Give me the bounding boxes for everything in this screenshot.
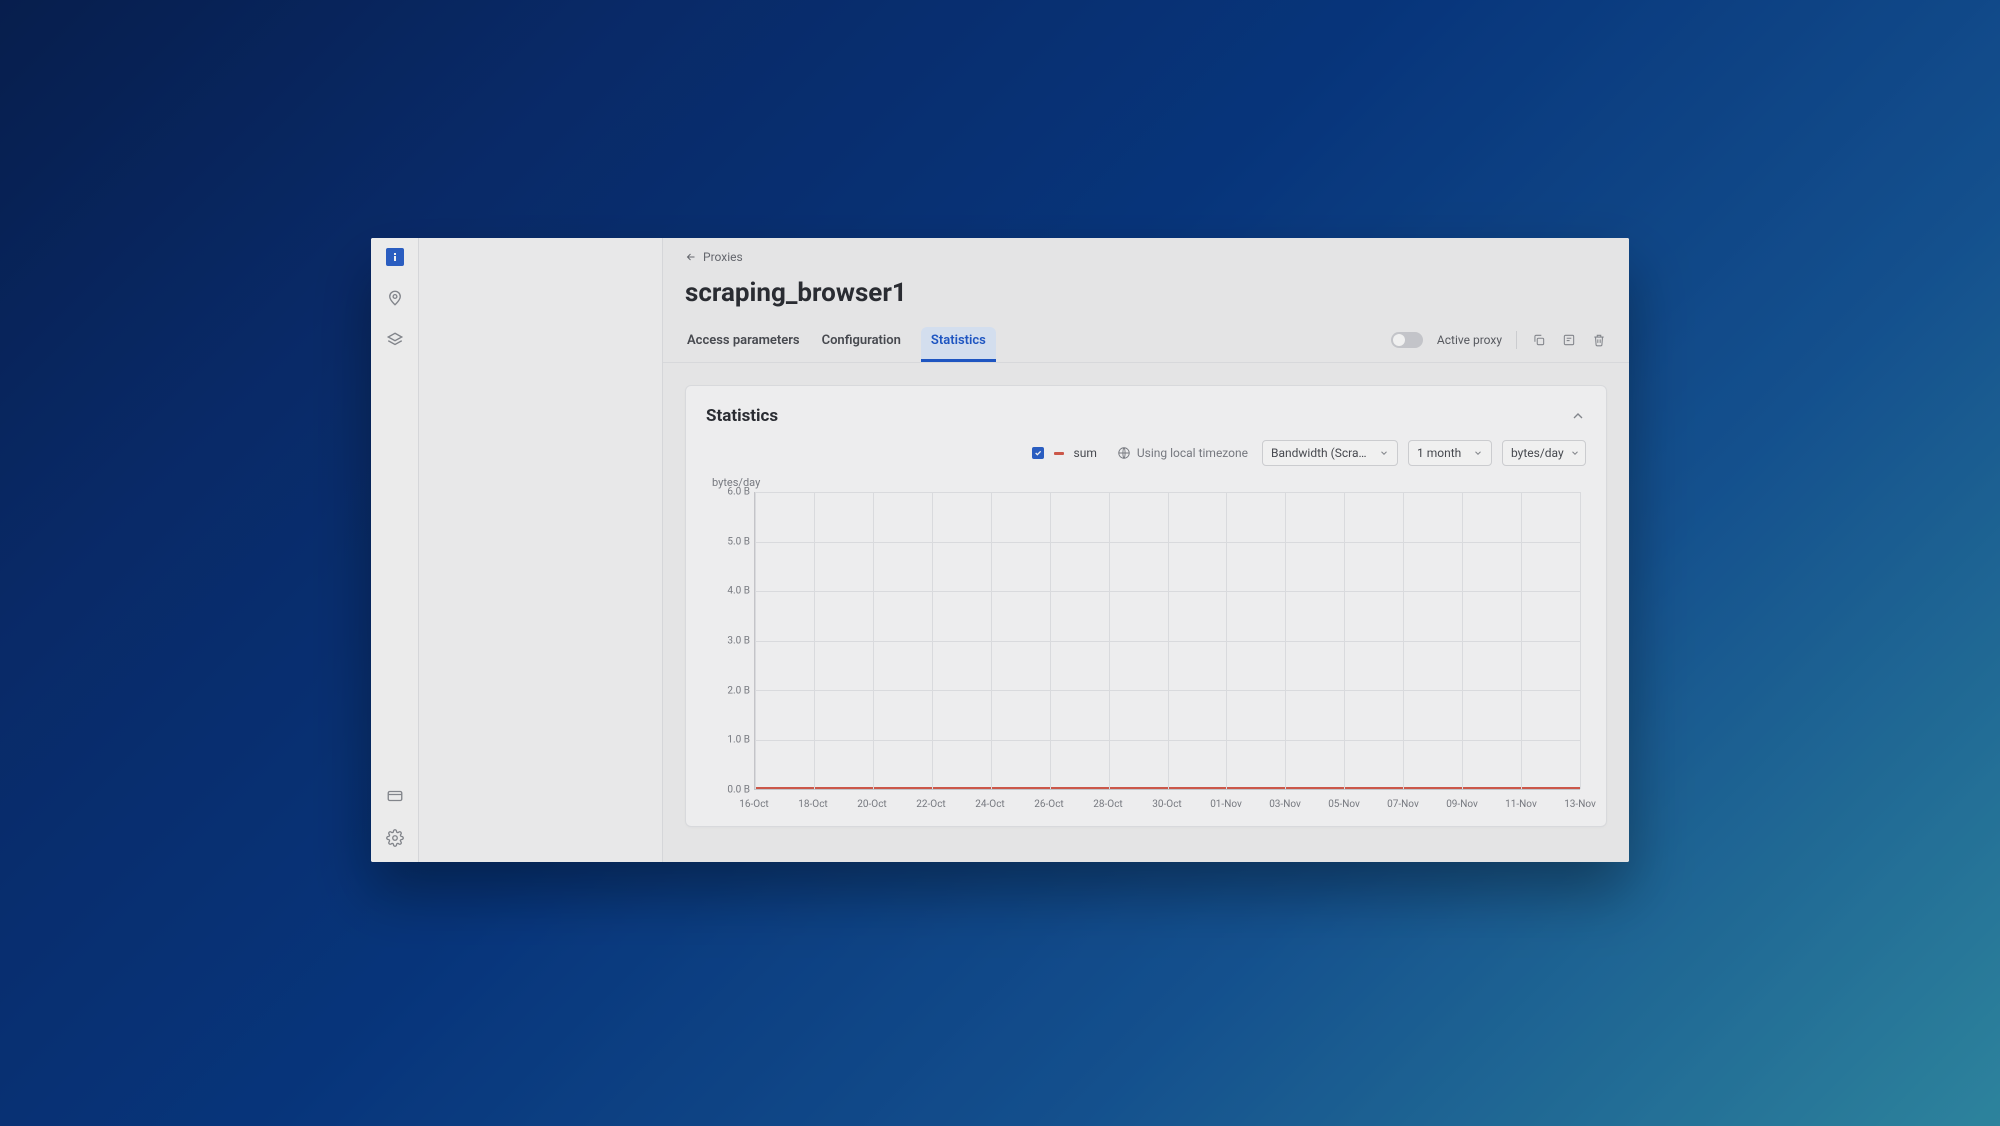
brand-logo[interactable] xyxy=(386,248,404,266)
gridline-v xyxy=(814,492,815,789)
left-panel xyxy=(419,238,663,862)
gridline-v xyxy=(1403,492,1404,789)
gridline-v xyxy=(755,492,756,789)
chevron-down-icon xyxy=(1473,448,1483,458)
gridline-v xyxy=(1462,492,1463,789)
chart-controls: sum Using local timezone Bandwidth (Scra… xyxy=(706,440,1586,466)
tab-configuration[interactable]: Configuration xyxy=(820,327,903,362)
card-title: Statistics xyxy=(706,406,778,426)
app-window: Proxies scraping_browser1 Access paramet… xyxy=(371,238,1629,862)
gridline-v xyxy=(991,492,992,789)
x-tick-label: 16-Oct xyxy=(739,799,768,810)
x-tick-label: 24-Oct xyxy=(975,799,1004,810)
collapse-toggle[interactable] xyxy=(1570,408,1586,424)
header-right-controls: Active proxy xyxy=(1391,331,1607,357)
y-tick-label: 5.0 B xyxy=(712,536,750,547)
x-tick-label: 07-Nov xyxy=(1387,799,1419,810)
x-tick-label: 01-Nov xyxy=(1210,799,1242,810)
x-tick-label: 30-Oct xyxy=(1152,799,1181,810)
location-pin-icon[interactable] xyxy=(385,288,405,308)
gridline-v xyxy=(1168,492,1169,789)
timezone-label: Using local timezone xyxy=(1137,446,1248,460)
y-tick-label: 0.0 B xyxy=(712,785,750,796)
chevron-down-icon xyxy=(1379,448,1389,458)
divider xyxy=(1516,331,1517,349)
x-tick-label: 26-Oct xyxy=(1034,799,1063,810)
chevron-down-icon xyxy=(1570,448,1580,458)
active-proxy-label: Active proxy xyxy=(1437,333,1502,347)
gridline-v xyxy=(1580,492,1581,789)
y-tick-label: 1.0 B xyxy=(712,735,750,746)
x-tick-label: 18-Oct xyxy=(798,799,827,810)
timezone-indicator[interactable]: Using local timezone xyxy=(1117,446,1248,460)
x-tick-label: 09-Nov xyxy=(1446,799,1478,810)
y-tick-label: 2.0 B xyxy=(712,685,750,696)
x-tick-label: 13-Nov xyxy=(1564,799,1596,810)
x-tick-label: 28-Oct xyxy=(1093,799,1122,810)
unit-select-value: bytes/day xyxy=(1511,446,1564,460)
metric-select-value: Bandwidth (Scraping Brows xyxy=(1271,446,1373,460)
x-tick-label: 11-Nov xyxy=(1505,799,1537,810)
gridline-v xyxy=(1226,492,1227,789)
statistics-card: Statistics sum Using loca xyxy=(685,385,1607,827)
x-tick-label: 03-Nov xyxy=(1269,799,1301,810)
x-tick-label: 20-Oct xyxy=(857,799,886,810)
copy-icon[interactable] xyxy=(1531,332,1547,348)
gridline-v xyxy=(1285,492,1286,789)
plot-area xyxy=(754,492,1580,790)
gridline-v xyxy=(932,492,933,789)
trash-icon[interactable] xyxy=(1591,332,1607,348)
metric-select[interactable]: Bandwidth (Scraping Brows xyxy=(1262,440,1398,466)
breadcrumb-back[interactable]: Proxies xyxy=(685,250,1607,264)
unit-select[interactable]: bytes/day xyxy=(1502,440,1586,466)
page-title: scraping_browser1 xyxy=(685,278,1607,308)
gridline-v xyxy=(1521,492,1522,789)
period-select-value: 1 month xyxy=(1417,446,1461,460)
tab-statistics[interactable]: Statistics xyxy=(921,327,996,362)
y-tick-label: 3.0 B xyxy=(712,636,750,647)
breadcrumb-label: Proxies xyxy=(703,250,743,264)
legend-sum-swatch xyxy=(1054,452,1064,455)
active-proxy-toggle[interactable] xyxy=(1391,332,1423,348)
period-select[interactable]: 1 month xyxy=(1408,440,1492,466)
layers-icon[interactable] xyxy=(385,330,405,350)
main-pane: Proxies scraping_browser1 Access paramet… xyxy=(663,238,1629,862)
legend-sum-checkbox[interactable] xyxy=(1032,447,1044,459)
card-header: Statistics xyxy=(706,406,1586,426)
tabs-row: Access parameters Configuration Statisti… xyxy=(685,326,1607,362)
y-tick-label: 4.0 B xyxy=(712,586,750,597)
gridline-v xyxy=(1109,492,1110,789)
x-tick-label: 05-Nov xyxy=(1328,799,1360,810)
arrow-left-icon xyxy=(685,251,697,263)
main-header: Proxies scraping_browser1 Access paramet… xyxy=(663,238,1629,363)
gridline-v xyxy=(873,492,874,789)
x-tick-label: 22-Oct xyxy=(916,799,945,810)
legend-sum-label: sum xyxy=(1074,446,1097,460)
gridline-v xyxy=(1344,492,1345,789)
gridline-v xyxy=(1050,492,1051,789)
left-rail xyxy=(371,238,419,862)
tab-access-parameters[interactable]: Access parameters xyxy=(685,327,802,362)
settings-gear-icon[interactable] xyxy=(385,828,405,848)
content-scroll: Statistics sum Using loca xyxy=(663,363,1629,862)
globe-icon xyxy=(1117,446,1131,460)
note-icon[interactable] xyxy=(1561,332,1577,348)
chart: bytes/day 0.0 B1.0 B2.0 B3.0 B4.0 B5.0 B… xyxy=(706,476,1586,816)
credit-card-icon[interactable] xyxy=(385,786,405,806)
y-tick-label: 6.0 B xyxy=(712,487,750,498)
